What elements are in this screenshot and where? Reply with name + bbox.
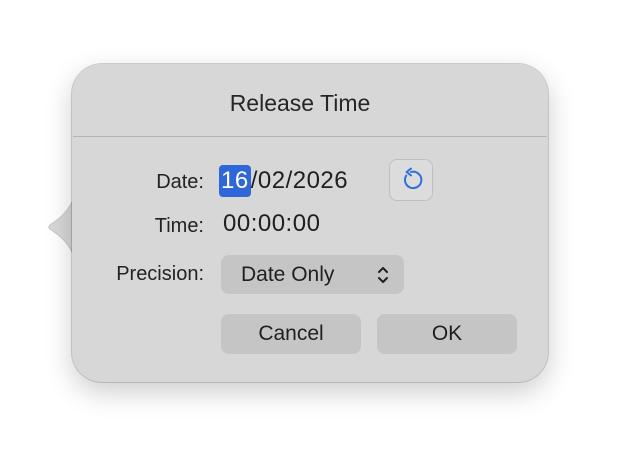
date-label: Date: bbox=[156, 171, 204, 193]
date-field[interactable]: 16 /02/2026 bbox=[219, 164, 348, 198]
cancel-button[interactable]: Cancel bbox=[221, 314, 361, 354]
reset-arrow-icon bbox=[403, 167, 423, 190]
time-label: Time: bbox=[154, 215, 204, 237]
time-field[interactable]: 00:00:00 bbox=[223, 209, 320, 239]
precision-label: Precision: bbox=[116, 263, 204, 285]
date-day-segment[interactable]: 16 bbox=[219, 165, 251, 197]
precision-select[interactable]: Date Only bbox=[221, 255, 404, 294]
ok-button[interactable]: OK bbox=[377, 314, 517, 354]
up-down-chevron-icon bbox=[378, 267, 388, 283]
reset-date-button[interactable] bbox=[389, 159, 433, 201]
date-month-year-segment[interactable]: /02/2026 bbox=[251, 165, 348, 197]
stage: Release Time Date: 16 /02/2026 Time: 00:… bbox=[0, 0, 620, 464]
precision-select-value: Date Only bbox=[241, 262, 335, 286]
title-divider bbox=[73, 136, 547, 137]
dialog-title: Release Time bbox=[229, 90, 371, 116]
